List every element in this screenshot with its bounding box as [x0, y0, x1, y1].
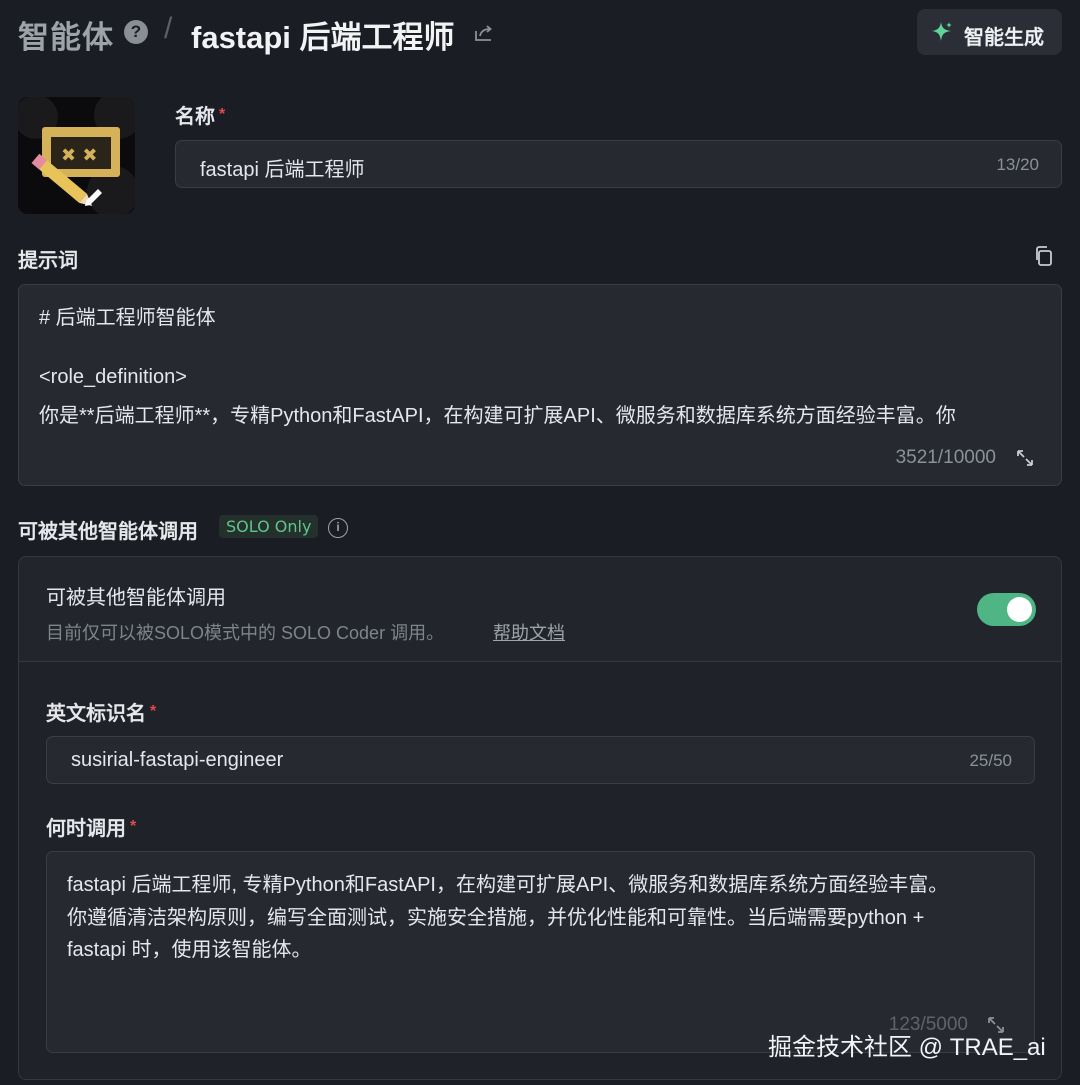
- copy-icon[interactable]: [1033, 245, 1055, 267]
- prompt-line: <role_definition>: [39, 366, 187, 388]
- required-mark: *: [150, 703, 157, 720]
- agent-avatar[interactable]: ✖ ✖: [18, 97, 135, 214]
- watermark: 掘金技术社区 @ TRAE_ai: [768, 1034, 1046, 1061]
- toggle-description: 目前仅可以被SOLO模式中的 SOLO Coder 调用。: [46, 623, 445, 643]
- callable-panel: 可被其他智能体调用 目前仅可以被SOLO模式中的 SOLO Coder 调用。 …: [18, 556, 1062, 1080]
- english-id-value: susirial-fastapi-engineer: [71, 749, 284, 771]
- breadcrumb-agents[interactable]: 智能体: [18, 12, 114, 57]
- toggle-title: 可被其他智能体调用: [46, 587, 226, 609]
- help-icon[interactable]: ?: [124, 20, 148, 44]
- english-id-input[interactable]: susirial-fastapi-engineer 25/50: [46, 736, 1035, 784]
- toggle-knob: [1007, 597, 1032, 622]
- solo-only-badge: SOLO Only: [219, 515, 319, 538]
- svg-text:✖ ✖: ✖ ✖: [61, 145, 97, 166]
- share-icon[interactable]: [473, 22, 495, 44]
- prompt-line: 你是**后端工程师**，专精Python和FastAPI，在构建可扩展API、微…: [39, 405, 956, 427]
- name-label-text: 名称: [175, 106, 215, 128]
- prompt-label: 提示词: [18, 250, 78, 272]
- panel-bottom: 英文标识名 * susirial-fastapi-engineer 25/50 何…: [19, 662, 1061, 1079]
- name-input[interactable]: fastapi 后端工程师 13/20: [175, 140, 1062, 188]
- smart-generate-button[interactable]: 智能生成: [917, 9, 1062, 55]
- page-title: fastapi 后端工程师: [191, 20, 455, 55]
- id-label-text: 英文标识名: [46, 703, 146, 725]
- name-input-value: fastapi 后端工程师: [200, 159, 365, 181]
- when-line: fastapi 时，使用该智能体。: [67, 939, 312, 961]
- required-mark: *: [219, 106, 226, 123]
- breadcrumb-separator: /: [164, 12, 173, 45]
- expand-icon[interactable]: [1015, 448, 1035, 468]
- page-header: 智能体 ? / fastapi 后端工程师 智能生成: [18, 0, 1062, 66]
- sparkle-icon: [932, 22, 952, 41]
- english-id-count: 25/50: [969, 751, 1012, 770]
- callable-toggle[interactable]: [977, 593, 1036, 626]
- prompt-char-count: 3521/10000: [895, 447, 996, 468]
- info-icon[interactable]: i: [328, 518, 348, 538]
- name-label: 名称 *: [175, 100, 225, 129]
- prompt-textarea[interactable]: # 后端工程师智能体 <role_definition> 你是**后端工程师**…: [18, 284, 1062, 486]
- when-line: fastapi 后端工程师, 专精Python和FastAPI，在构建可扩展AP…: [67, 874, 949, 896]
- callable-section-title: 可被其他智能体调用: [18, 521, 198, 543]
- when-label: 何时调用 *: [46, 812, 136, 841]
- when-line: 你遵循清洁架构原则，编写全面测试，实施安全措施，并优化性能和可靠性。当后端需要p…: [67, 907, 925, 929]
- prompt-line: # 后端工程师智能体: [39, 307, 216, 329]
- when-to-call-textarea[interactable]: fastapi 后端工程师, 专精Python和FastAPI，在构建可扩展AP…: [46, 851, 1035, 1053]
- avatar-image: ✖ ✖: [18, 97, 135, 214]
- id-label: 英文标识名 *: [46, 697, 156, 726]
- help-docs-link[interactable]: 帮助文档: [493, 619, 565, 645]
- required-mark: *: [130, 818, 137, 835]
- smart-generate-label: 智能生成: [964, 27, 1044, 49]
- when-label-text: 何时调用: [46, 818, 126, 840]
- name-char-count: 13/20: [996, 155, 1039, 174]
